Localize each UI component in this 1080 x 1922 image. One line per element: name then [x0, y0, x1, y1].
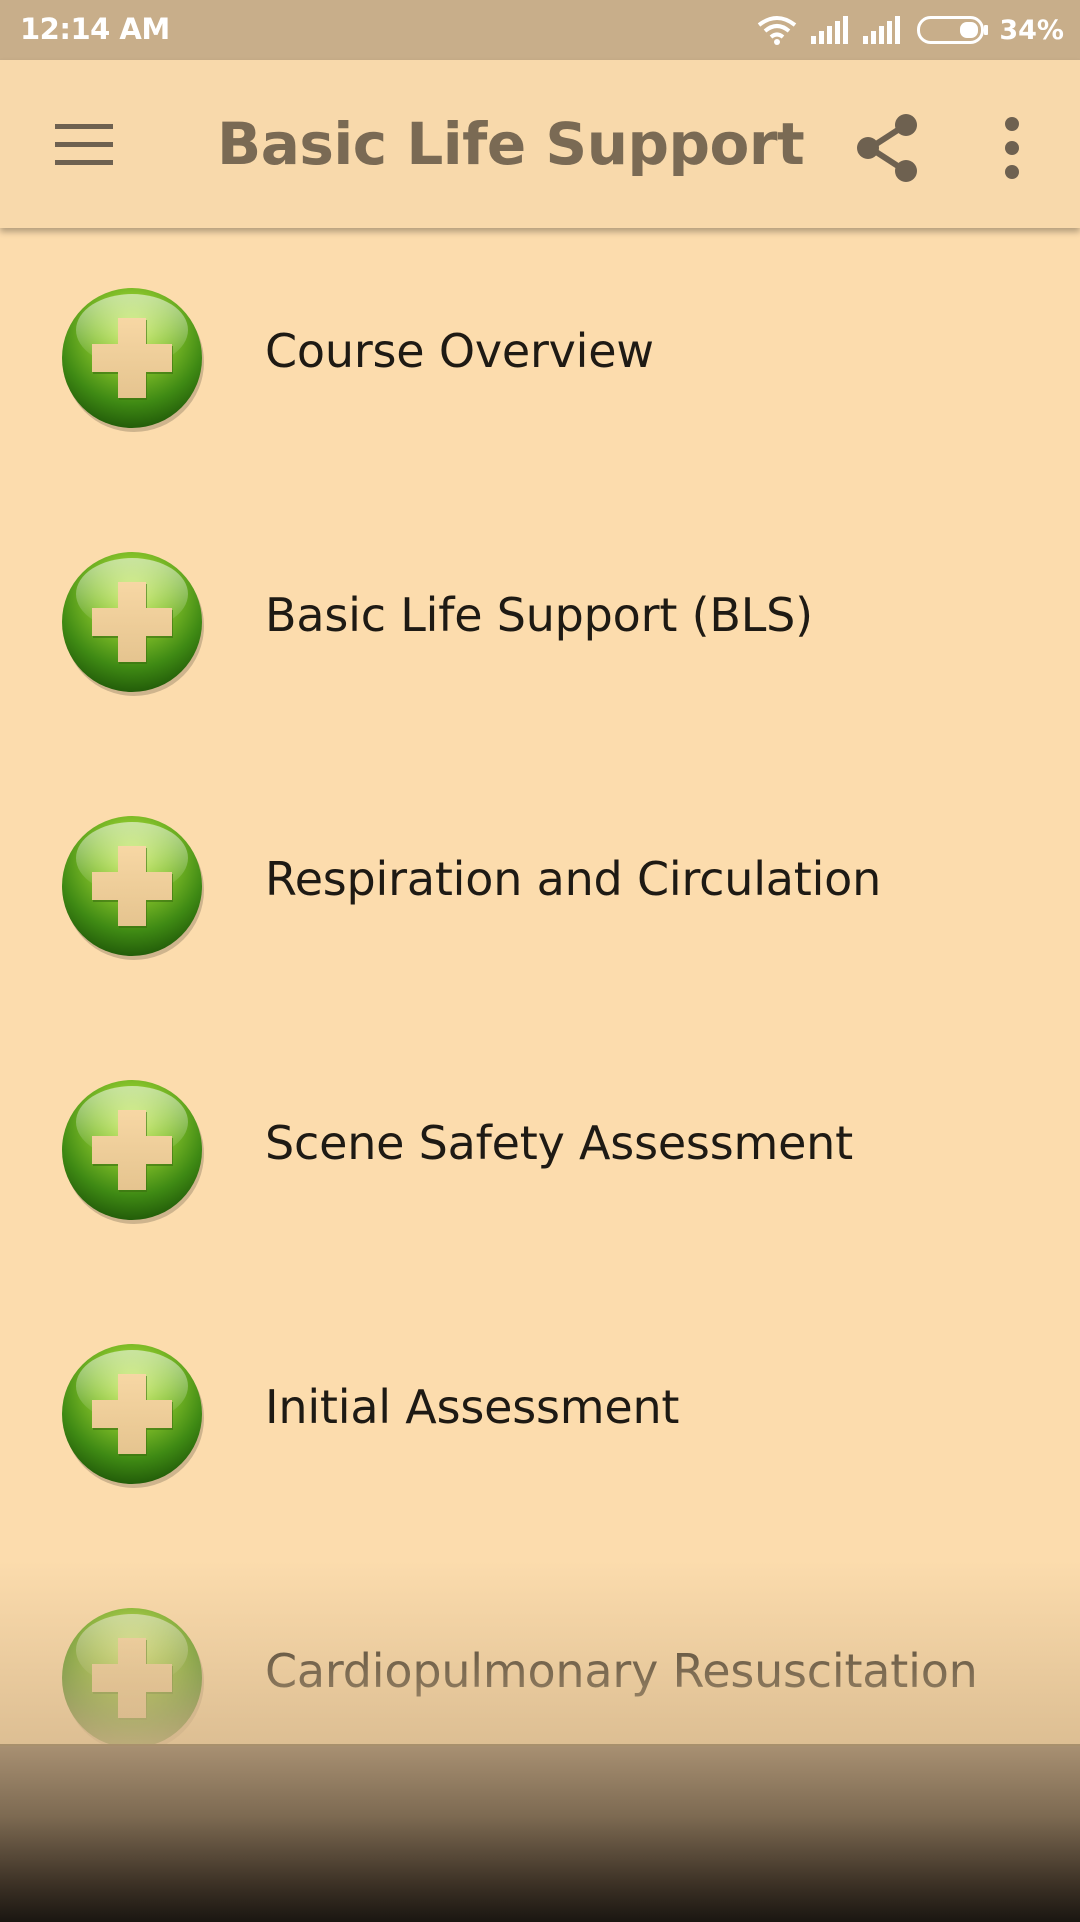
battery-icon: [917, 16, 989, 44]
hamburger-menu-button[interactable]: [40, 110, 128, 178]
status-bar: 12:14 AM 34%: [0, 0, 1080, 60]
page-title: Basic Life Support: [217, 110, 805, 178]
green-cross-icon: [58, 812, 206, 960]
share-icon: [852, 114, 924, 188]
app-bar: Basic Life Support: [0, 60, 1080, 228]
list-item[interactable]: Scene Safety Assessment: [0, 1020, 1080, 1284]
more-vertical-icon: [990, 117, 1034, 188]
list-item[interactable]: Course Overview: [0, 228, 1080, 492]
list-item[interactable]: Basic Life Support (BLS): [0, 492, 1080, 756]
wifi-icon: [757, 15, 797, 45]
list-item-label: Respiration and Circulation: [265, 852, 882, 906]
list-item-label: Scene Safety Assessment: [265, 1116, 853, 1170]
list-item-label: Basic Life Support (BLS): [265, 588, 813, 642]
list-item[interactable]: Respiration and Circulation: [0, 756, 1080, 1020]
list-item-label: Course Overview: [265, 324, 654, 378]
list-item[interactable]: Initial Assessment: [0, 1284, 1080, 1548]
green-cross-icon: [58, 284, 206, 432]
signal-icon: [863, 16, 901, 44]
hamburger-menu-icon: [40, 124, 128, 182]
battery-percent: 34%: [999, 14, 1064, 46]
green-cross-icon: [58, 1340, 206, 1488]
share-button[interactable]: [852, 112, 924, 184]
green-cross-icon: [58, 1076, 206, 1224]
status-icons: 34%: [757, 14, 1064, 46]
green-cross-icon: [58, 1604, 206, 1752]
navigation-bar-area: [0, 1744, 1080, 1922]
list-item-label: Initial Assessment: [265, 1380, 680, 1434]
green-cross-icon: [58, 548, 206, 696]
more-options-button[interactable]: [990, 112, 1034, 184]
list-item-label: Cardiopulmonary Resuscitation: [265, 1644, 978, 1698]
signal-icon: [811, 16, 849, 44]
status-time: 12:14 AM: [20, 12, 170, 46]
